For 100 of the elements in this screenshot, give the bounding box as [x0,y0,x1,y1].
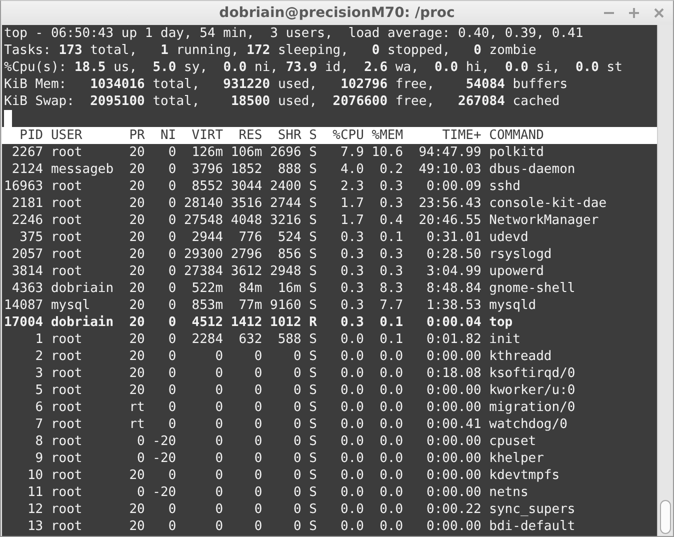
table-cell-text: S [308,501,317,518]
table-cell-text: root [50,501,84,518]
table-cell-text: 632 [238,331,262,348]
table-cell-text: 0 [167,263,176,280]
table-cell-text: 2744 [269,195,302,212]
table-cell-text: 20 [128,263,145,280]
table-cell-text: 0 [214,382,224,399]
table-cell-text: 0 [167,348,176,365]
table-cell-text: 0.0 [339,518,364,535]
table-cell-text: netns [489,484,530,501]
table-cell-text: S [308,348,317,365]
table-cell-text: 0 [214,450,224,467]
table-cell-text: 3796 [190,161,224,178]
table-cell-text: 7.7 [378,297,404,314]
table-cell-text: 0:00.00 [426,518,482,535]
table-cell-text: 0 [253,467,262,484]
column-header: TIME+ [441,127,482,144]
table-cell-text: R [308,314,317,331]
table-cell-text: 0.0 [378,501,404,518]
table-cell-text: S [308,263,317,280]
table-cell-text: 4363 [10,280,44,297]
table-cell-text: 0 [253,399,262,416]
table-cell-text: 0.3 [339,229,364,246]
table-cell-text: 2796 [230,246,262,263]
summary-line: KiB Mem: 1034016 total, 931220 used, 102796 free, 54084 buffers [4,76,569,93]
table-cell-text: 2267 [10,144,44,161]
table-cell-text: 0.0 [378,433,404,450]
table-cell-text: 0 [292,416,302,433]
table-cell-text: mysql [50,297,92,314]
summary-line: top - 06:50:43 up 1 day, 54 min, 3 users, load average: 0.40, 0.39, 0.41 [4,25,584,42]
table-cell-text: 0.1 [378,229,404,246]
table-cell-text: root [50,212,84,229]
table-cell-text: 0.0 [339,399,364,416]
table-cell-text: 0 [292,348,302,365]
table-cell-text: root [50,229,84,246]
table-cell-text: 20 [128,331,145,348]
table-cell-text: 0 [253,433,262,450]
table-cell-text: 0.0 [378,467,404,484]
table-cell-text: ksoftirqd/0 [489,365,576,382]
table-cell-text: 3612 [230,263,262,280]
column-header: S [308,127,317,144]
table-cell-text: 5 [34,382,44,399]
table-cell-text: kthreadd [489,348,553,365]
table-cell-text: 1.7 [339,195,364,212]
table-cell-text: 126m [190,144,224,161]
table-cell-text: 0 [292,518,302,535]
table-cell-text: S [308,144,317,161]
table-cell-text: 0 [253,365,262,382]
table-cell-text: 0.0 [378,382,404,399]
table-cell-text: rsyslogd [489,246,553,263]
table-cell-text: 853m [190,297,224,314]
table-cell-text: 94:47.99 [418,144,482,161]
table-cell-text: 0.0 [339,331,364,348]
table-cell-text: 0:01.82 [426,331,482,348]
table-cell-text: 12 [26,501,44,518]
table-cell-text: 3216 [269,212,302,229]
table-cell-text: 84m [238,280,262,297]
table-cell-text: mysqld [489,297,538,314]
table-cell-text: 0 [136,484,145,501]
table-cell-text: root [50,246,84,263]
table-cell-text: 0.0 [339,365,364,382]
scroll-thumb[interactable] [660,500,671,534]
table-cell-text: S [308,212,317,229]
table-cell-text: 0.0 [378,484,404,501]
table-cell-text: sshd [489,178,522,195]
table-cell-text: 3:04.99 [426,263,482,280]
table-cell-text: 1:38.53 [426,297,482,314]
table-cell-text: 0.0 [378,416,404,433]
table-cell-text: 0.3 [378,195,404,212]
table-cell-text: 0 [214,484,224,501]
table-cell-text: init [489,331,522,348]
close-icon[interactable] [653,7,665,19]
table-cell-text: 0 [136,433,145,450]
table-cell-text: 0.0 [339,348,364,365]
table-cell-text: 1.7 [339,212,364,229]
table-cell-text: 524 [276,229,302,246]
table-cell-text: 0 [214,518,224,535]
table-cell-text: 0:00.00 [426,348,482,365]
table-cell-text: 2400 [269,178,302,195]
table-cell-text: 0:18.08 [426,365,482,382]
maximize-icon[interactable] [628,7,640,19]
table-cell-text: 49:10.03 [418,161,482,178]
table-cell: 14087 [4,297,44,314]
table-cell-text: 23:56.43 [418,195,482,212]
summary-line: Tasks: 173 total, 1 running, 172 sleeping, 0 stopped, 0 zombie [4,42,538,59]
scrollbar[interactable] [657,25,673,536]
table-cell-text: 13 [26,518,44,535]
table-cell-text: 27548 [182,212,224,229]
table-cell-text: 2944 [190,229,224,246]
table-cell-text: 0:00.00 [426,399,482,416]
table-cell-text: 2.3 [339,178,364,195]
table-cell-text: S [308,382,317,399]
table-cell-text: root [50,382,84,399]
column-header: VIRT [190,127,224,144]
table-cell-text: 0.0 [378,518,404,535]
table-cell-text: 20 [128,212,145,229]
table-cell-text: root [50,178,84,195]
table-cell-text: 2 [34,348,44,365]
table-cell-text: 776 [238,229,262,246]
table-cell-text: 2057 [10,246,44,263]
